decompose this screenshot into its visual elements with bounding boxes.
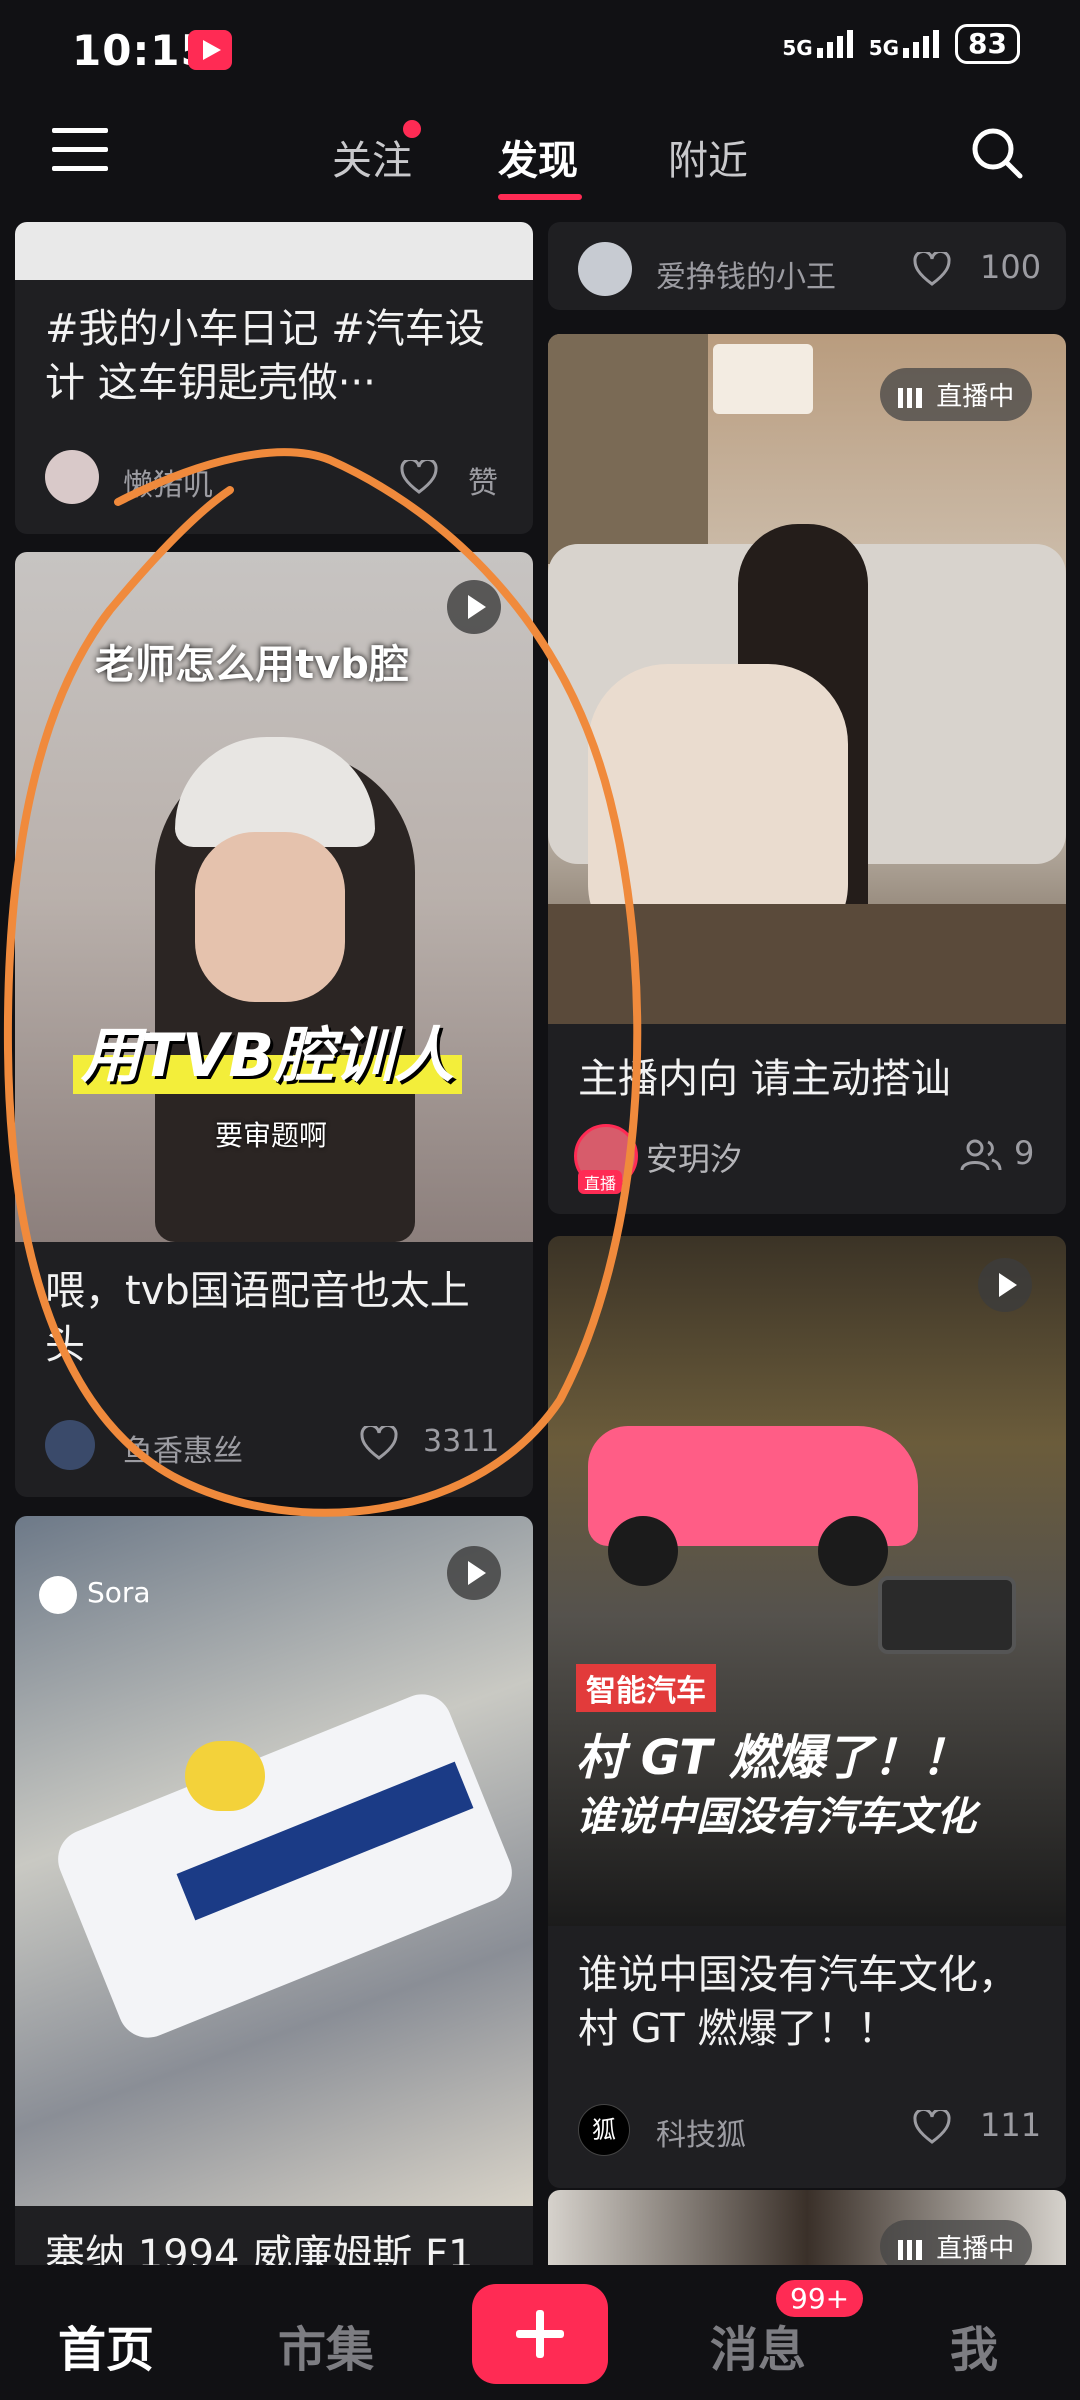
overlay-caption-line2: 谁说中国没有汽车文化 bbox=[576, 1794, 976, 1840]
floor bbox=[548, 904, 1066, 1024]
viewers-icon bbox=[960, 1139, 1002, 1171]
overlay-caption-sub: 要审题啊 bbox=[215, 1119, 328, 1152]
active-tab-indicator bbox=[498, 194, 582, 200]
overlay-caption-line1: 村 GT 燃爆了！！ bbox=[576, 1730, 969, 1786]
feed-card-sora-f1[interactable]: Sora 塞纳 1994 威廉姆斯 F1 bbox=[15, 1516, 533, 2276]
message-badge: 99+ bbox=[776, 2280, 864, 2317]
overlay-caption-main: 用TVB腔训人 bbox=[73, 1007, 463, 1094]
feed-card-car-diary[interactable]: #我的小车日记 #汽车设计 这车钥匙壳做··· 懒猪叽 赞 bbox=[15, 222, 533, 534]
live-bars-icon bbox=[898, 2239, 922, 2260]
face bbox=[195, 832, 345, 1002]
sora-watermark: Sora bbox=[87, 1576, 151, 1609]
card-title: 主播内向 请主动搭讪 bbox=[578, 1056, 951, 1102]
card-title: 喂，tvb国语配音也太上头 bbox=[45, 1268, 470, 1368]
heart-icon[interactable] bbox=[360, 1426, 398, 1460]
author-avatar[interactable]: 狐 bbox=[578, 2104, 630, 2156]
live-bars-icon bbox=[898, 387, 922, 408]
author-name[interactable]: 安玥汐 bbox=[646, 1134, 742, 1180]
video-play-icon bbox=[978, 1258, 1032, 1312]
like-count: 111 bbox=[980, 2106, 1042, 2144]
nav-me[interactable]: 我 bbox=[950, 2310, 998, 2380]
heart-icon[interactable] bbox=[400, 460, 438, 494]
search-icon[interactable] bbox=[970, 126, 1024, 180]
phone-in-hand bbox=[878, 1576, 1016, 1654]
author-name[interactable]: 鱼香惠丝 bbox=[123, 1426, 243, 1470]
signal-5g-icon-1: 5G bbox=[782, 30, 853, 58]
tab-following[interactable]: 关注 bbox=[332, 128, 412, 186]
lamp-shade bbox=[713, 344, 813, 414]
author-name[interactable]: 科技狐 bbox=[656, 2110, 746, 2154]
feed-card-village-gt[interactable]: 智能汽车 村 GT 燃爆了！！ 谁说中国没有汽车文化 谁说中国没有汽车文化，村 … bbox=[548, 1236, 1066, 2188]
live-badge: 直播中 bbox=[880, 368, 1033, 421]
author-avatar[interactable] bbox=[45, 450, 99, 504]
category-tag: 智能汽车 bbox=[576, 1664, 716, 1712]
like-count: 赞 bbox=[468, 466, 498, 501]
like-count: 3311 bbox=[423, 1424, 500, 1459]
tab-nearby[interactable]: 附近 bbox=[668, 128, 748, 186]
video-play-icon bbox=[447, 580, 501, 634]
battery-indicator: 83 bbox=[955, 24, 1020, 64]
beanie bbox=[175, 737, 375, 847]
car-wheel bbox=[608, 1516, 678, 1586]
card-thumbnail bbox=[15, 222, 533, 280]
viewer-count: 9 bbox=[1014, 1134, 1035, 1172]
author-avatar[interactable] bbox=[45, 1420, 95, 1470]
heart-icon[interactable] bbox=[913, 2110, 951, 2144]
menu-icon[interactable] bbox=[52, 128, 108, 174]
like-count: 100 bbox=[980, 248, 1042, 286]
feed-card-live[interactable]: 直播中 主播内向 请主动搭讪 直播 安玥汐 9 bbox=[548, 334, 1066, 1214]
curtain bbox=[548, 334, 708, 564]
notification-dot bbox=[403, 120, 421, 138]
nav-messages[interactable]: 消息 bbox=[710, 2310, 806, 2380]
car-wheel bbox=[818, 1516, 888, 1586]
signal-5g-icon-2: 5G bbox=[869, 30, 940, 58]
card-thumbnail bbox=[15, 1516, 533, 2206]
nav-home[interactable]: 首页 bbox=[58, 2310, 154, 2380]
overlay-caption-top: 老师怎么用tvb腔 bbox=[95, 642, 409, 688]
sora-logo-icon bbox=[39, 1576, 77, 1614]
driver-helmet bbox=[185, 1741, 265, 1811]
author-name[interactable]: 爱挣钱的小王 bbox=[656, 252, 836, 296]
author-avatar[interactable] bbox=[578, 242, 632, 296]
card-thumbnail bbox=[548, 334, 1066, 1024]
nav-market[interactable]: 市集 bbox=[278, 2310, 374, 2380]
video-app-icon bbox=[188, 30, 232, 70]
status-indicators: 5G 5G 83 bbox=[782, 24, 1020, 64]
author-name[interactable]: 懒猪叽 bbox=[123, 460, 213, 504]
heart-icon[interactable] bbox=[913, 252, 951, 286]
feed-card-top-right[interactable]: 爱挣钱的小王 100 bbox=[548, 222, 1066, 310]
card-title: 谁说中国没有汽车文化，村 GT 燃爆了！！ bbox=[578, 1952, 1018, 2052]
card-title: #我的小车日记 #汽车设计 这车钥匙壳做··· bbox=[45, 306, 485, 406]
create-post-button[interactable] bbox=[472, 2284, 608, 2384]
avatar-live-label: 直播 bbox=[578, 1170, 623, 1194]
feed-card-tvb[interactable]: 老师怎么用tvb腔 用TVB腔训人 要审题啊 喂，tvb国语配音也太上头 鱼香惠… bbox=[15, 552, 533, 1497]
tab-discover[interactable]: 发现 bbox=[498, 128, 578, 186]
video-play-icon bbox=[447, 1546, 501, 1600]
